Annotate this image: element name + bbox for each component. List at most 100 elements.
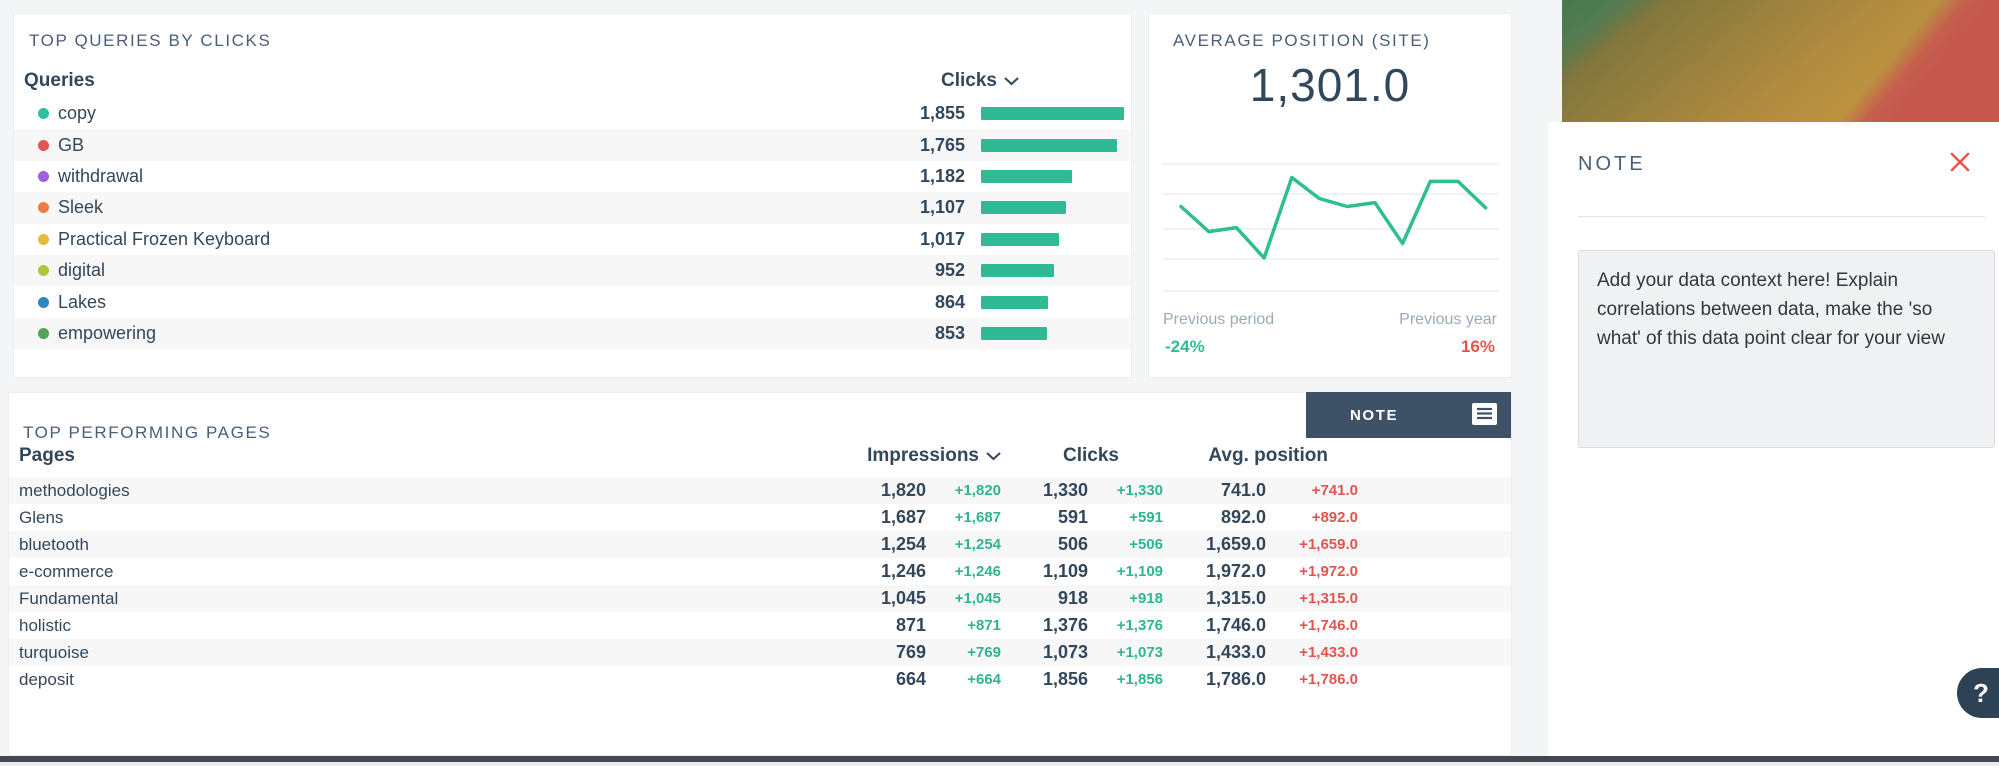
page-name: turquoise [19,643,579,663]
query-label: Lakes [58,292,106,313]
query-bar-track [981,107,1131,120]
chevron-down-icon [986,452,1001,461]
query-row: withdrawal1,182 [14,161,1131,192]
query-row: Sleek1,107 [14,192,1131,223]
note-button[interactable]: NOTE [1306,392,1511,438]
page-name: deposit [19,670,579,690]
query-bar [981,170,1072,183]
impressions-delta: +1,246 [926,563,1001,580]
query-color-dot [38,265,49,276]
table-row: holistic871+8711,376+1,3761,746.0+1,746.… [9,612,1511,639]
sparkline-path [1181,178,1486,259]
query-row: Practical Frozen Keyboard1,017 [14,224,1131,255]
avg-position-column-header: Avg. position [1163,445,1358,467]
query-row: copy 1,855 [14,98,1131,129]
top-queries-panel: TOP QUERIES BY CLICKS Queries Clicks cop… [13,13,1132,378]
pages-column-header: Pages [19,445,579,467]
avg-position-delta: +1,972.0 [1266,563,1358,580]
query-color-dot [38,171,49,182]
table-row: e-commerce1,246+1,2461,109+1,1091,972.0+… [9,558,1511,585]
previous-period-value: -24% [1165,337,1205,357]
query-color-dot [38,202,49,213]
clicks-delta: +1,856 [1088,671,1163,688]
clicks-value: 591 [1001,507,1088,528]
query-label: digital [58,260,105,281]
avg-position-delta: +892.0 [1266,509,1358,526]
clicks-delta: +591 [1088,509,1163,526]
top-pages-panel: NOTE TOP PERFORMING PAGES Pages Impressi… [8,392,1512,756]
query-clicks-value: 1,107 [864,197,969,218]
avg-position-value: 1,659.0 [1163,534,1266,555]
avg-position-value: 1,972.0 [1163,561,1266,582]
previous-period-label: Previous period [1163,311,1274,329]
impressions-value: 1,045 [579,588,926,609]
clicks-value: 1,376 [1001,615,1088,636]
query-clicks-value: 864 [864,292,969,313]
chevron-down-icon [1004,77,1019,86]
impressions-delta: +1,254 [926,536,1001,553]
impressions-value: 1,820 [579,480,926,501]
avg-position-delta: +1,659.0 [1266,536,1358,553]
page-name: bluetooth [19,535,579,555]
note-icon [1472,403,1497,425]
query-color-dot [38,297,49,308]
clicks-delta: +1,109 [1088,563,1163,580]
impressions-value: 1,254 [579,534,926,555]
avg-position-delta: +1,786.0 [1266,671,1358,688]
average-position-value: 1,301.0 [1149,58,1511,112]
clicks-delta: +1,073 [1088,644,1163,661]
impressions-sort-label: Impressions [867,445,979,467]
impressions-value: 769 [579,642,926,663]
query-label-wrap: digital [38,260,864,281]
query-clicks-value: 1,855 [864,103,969,124]
query-label-wrap: Sleek [38,197,864,218]
query-label: empowering [58,323,156,344]
impressions-sort-header[interactable]: Impressions [579,445,1001,467]
page-name: holistic [19,616,579,636]
below-window-area [0,762,1999,766]
clicks-value: 1,856 [1001,669,1088,690]
avg-position-delta: +1,433.0 [1266,644,1358,661]
query-row: empowering853 [14,318,1131,349]
avg-position-value: 1,315.0 [1163,588,1266,609]
avg-position-value: 892.0 [1163,507,1266,528]
avg-position-delta: +1,746.0 [1266,617,1358,634]
query-label-wrap: withdrawal [38,166,864,187]
note-divider [1578,216,1985,217]
average-position-title: AVERAGE POSITION (SITE) [1173,31,1431,51]
clicks-sort-label: Clicks [941,70,997,92]
query-label: copy [58,103,96,124]
table-row: Fundamental1,045+1,045918+9181,315.0+1,3… [9,585,1511,612]
clicks-column-header: Clicks [1001,445,1163,467]
clicks-delta: +506 [1088,536,1163,553]
clicks-value: 506 [1001,534,1088,555]
query-clicks-value: 952 [864,260,969,281]
query-clicks-value: 1,182 [864,166,969,187]
clicks-value: 1,330 [1001,480,1088,501]
clicks-delta: +1,376 [1088,617,1163,634]
query-bar [981,327,1047,340]
query-bar [981,296,1048,309]
query-label-wrap: Lakes [38,292,864,313]
page-name: methodologies [19,481,579,501]
clicks-value: 918 [1001,588,1088,609]
query-bar-track [981,264,1131,277]
previous-year-label: Previous year [1399,311,1497,329]
table-row: deposit664+6641,856+1,8561,786.0+1,786.0 [9,666,1511,693]
query-bar [981,139,1117,152]
avg-position-value: 741.0 [1163,480,1266,501]
help-button-label: ? [1973,678,1989,709]
note-textarea[interactable]: Add your data context here! Explain corr… [1578,250,1995,448]
impressions-delta: +1,045 [926,590,1001,607]
page-name: e-commerce [19,562,579,582]
impressions-value: 1,687 [579,507,926,528]
top-pages-title: TOP PERFORMING PAGES [23,423,271,443]
impressions-delta: +1,820 [926,482,1001,499]
query-label-wrap: empowering [38,323,864,344]
help-button[interactable]: ? [1957,668,1999,718]
query-color-dot [38,234,49,245]
close-icon[interactable] [1948,150,1972,174]
query-bar-track [981,139,1131,152]
clicks-sort-header[interactable]: Clicks [941,70,1019,92]
query-color-dot [38,328,49,339]
